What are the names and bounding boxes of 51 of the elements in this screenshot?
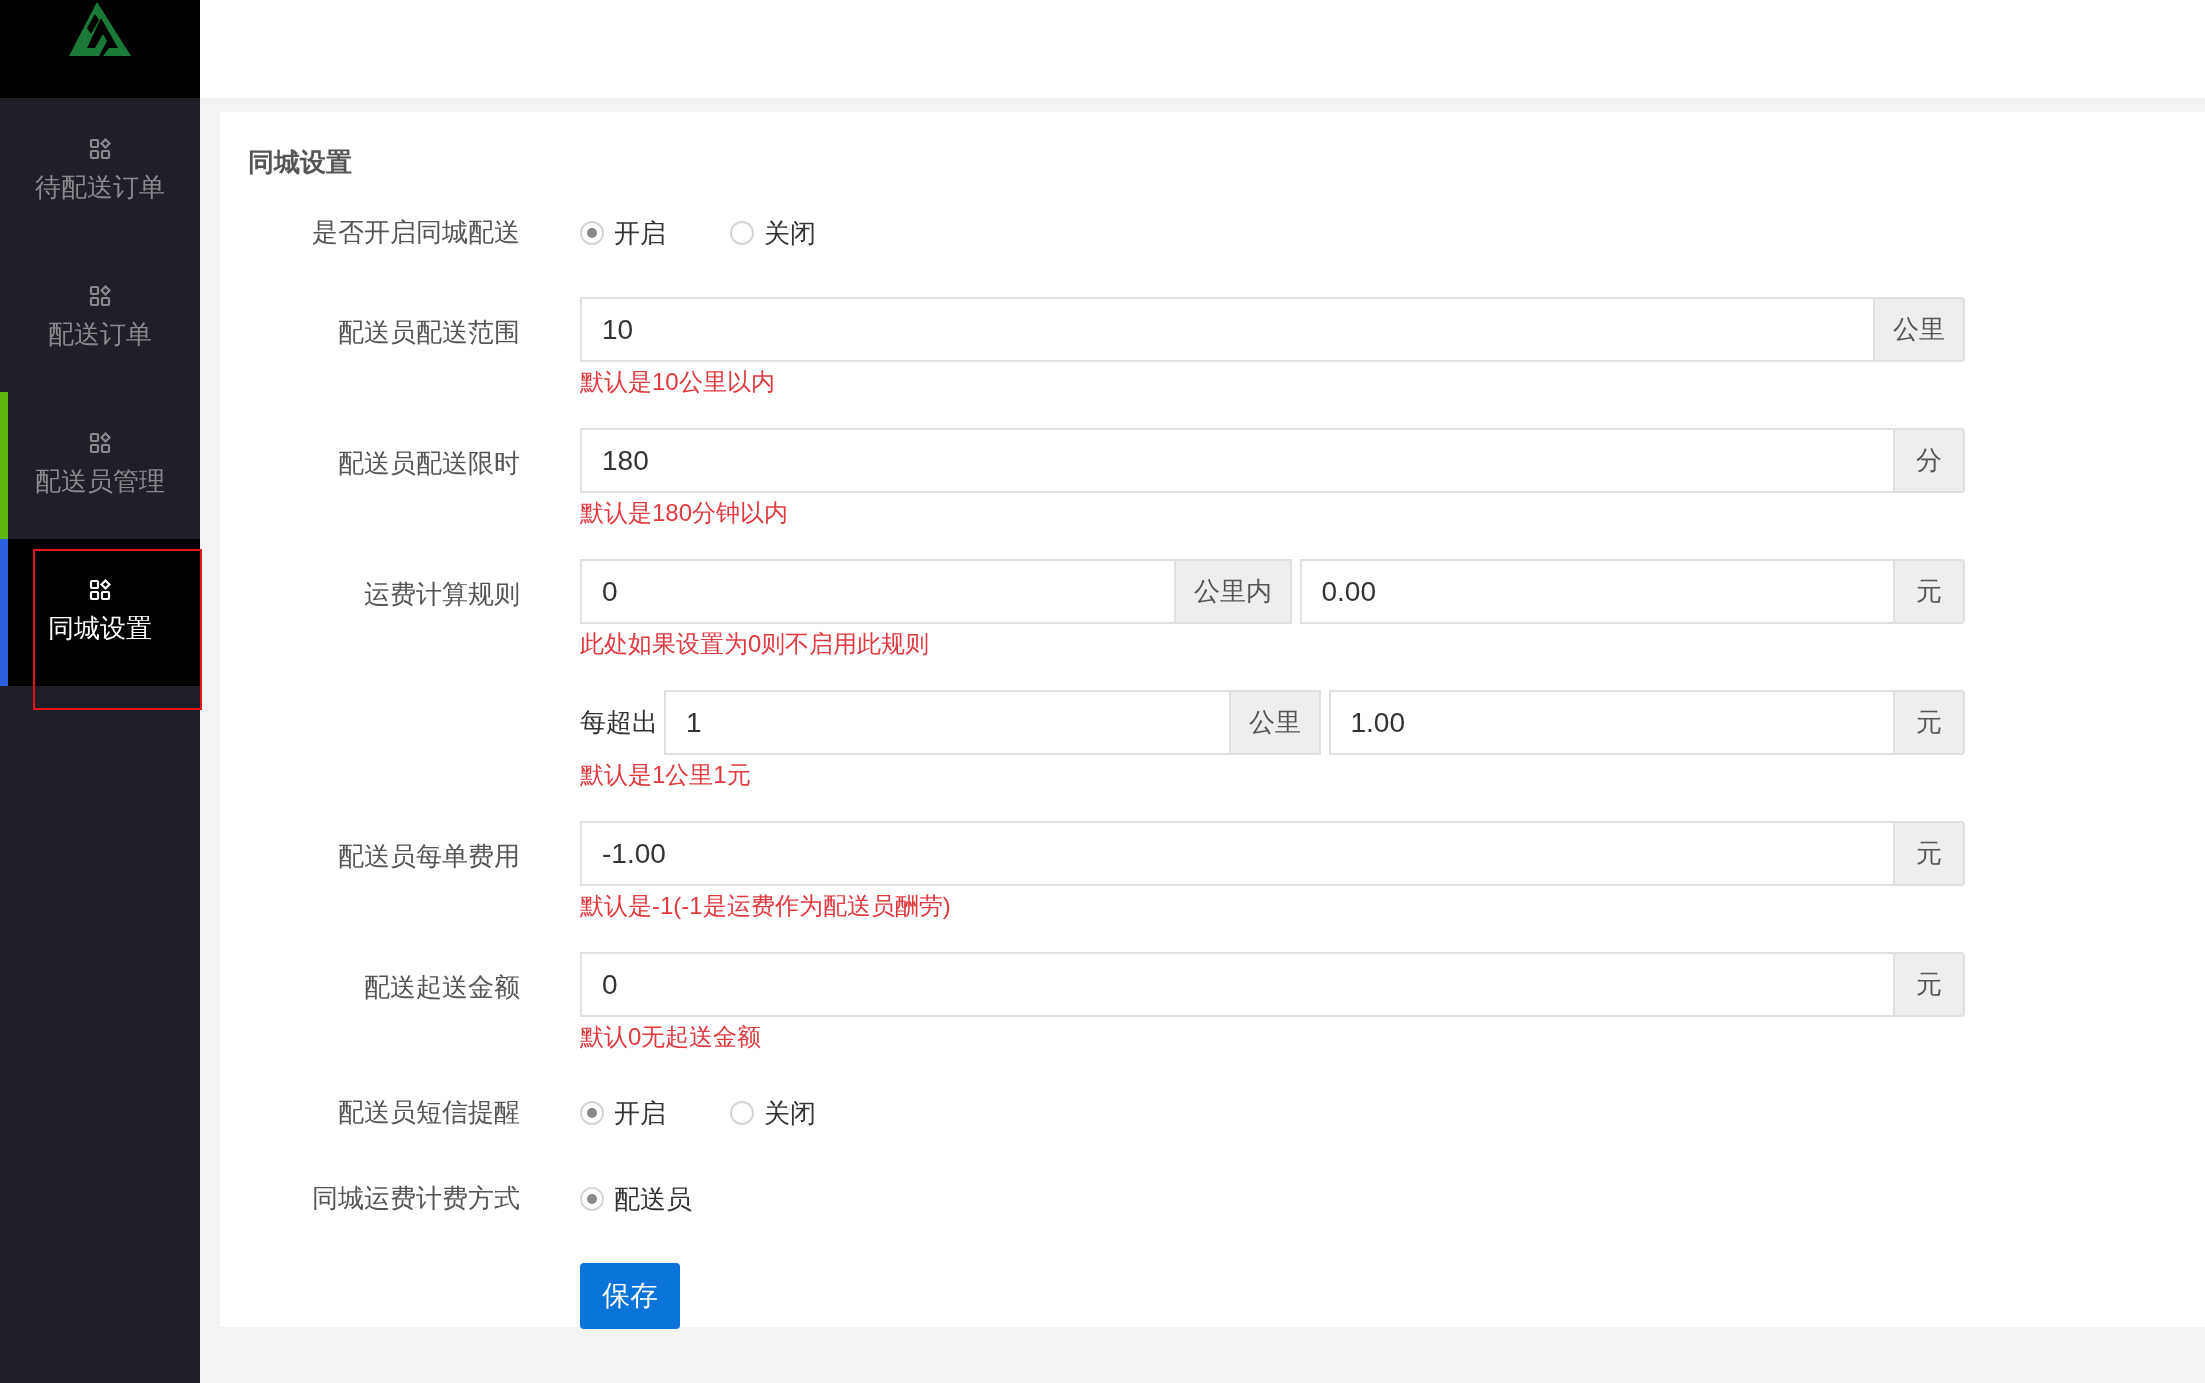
- field-label: 配送员每单费用: [338, 841, 520, 871]
- sidebar-item[interactable]: 配送订单: [0, 245, 200, 392]
- unit-addon: 元: [1895, 952, 1965, 1017]
- radio-button[interactable]: [580, 221, 604, 245]
- sidebar-item[interactable]: 待配送订单: [0, 98, 200, 245]
- input-field[interactable]: -1.00: [580, 821, 1895, 886]
- help-text: 默认是10公里以内: [580, 367, 776, 397]
- radio-button[interactable]: [580, 1187, 604, 1211]
- input-field[interactable]: 10: [580, 297, 1875, 362]
- input-field[interactable]: 0.00: [1299, 559, 1895, 624]
- apps-icon: [89, 432, 111, 454]
- help-text: 默认是-1(-1是运费作为配送员酬劳): [580, 891, 952, 921]
- apps-icon: [89, 579, 111, 601]
- input-field[interactable]: 1: [664, 690, 1231, 755]
- save-button[interactable]: 保存: [580, 1263, 680, 1329]
- help-text: 默认0无起送金额: [580, 1022, 763, 1052]
- unit-addon: 公里内: [1175, 559, 1292, 624]
- field-label: 运费计算规则: [364, 579, 520, 609]
- apps-icon: [89, 138, 111, 160]
- unit-addon: 分: [1895, 428, 1965, 493]
- field-label: 配送员配送范围: [338, 317, 520, 347]
- apps-icon: [89, 285, 111, 307]
- help-text: 默认是1公里1元: [580, 760, 752, 790]
- input-field[interactable]: 0: [580, 952, 1895, 1017]
- field-label: 配送起送金额: [364, 972, 520, 1002]
- help-text: 此处如果设置为0则不启用此规则: [580, 629, 931, 659]
- radio-label[interactable]: 开启: [614, 1095, 666, 1131]
- sidebar-item[interactable]: 同城设置: [0, 539, 200, 686]
- radio-button[interactable]: [730, 1101, 754, 1125]
- field-label: 同城运费计费方式: [312, 1183, 520, 1213]
- field-label: 是否开启同城配送: [312, 217, 520, 247]
- input-field[interactable]: 1.00: [1328, 690, 1895, 755]
- section-title: 同城设置: [248, 146, 353, 179]
- radio-button[interactable]: [730, 221, 754, 245]
- prefix-label: 每超出: [580, 706, 658, 739]
- unit-addon: 元: [1895, 821, 1965, 886]
- radio-label[interactable]: 关闭: [764, 1095, 816, 1131]
- radio-label[interactable]: 配送员: [614, 1181, 692, 1217]
- unit-addon: 公里: [1230, 690, 1321, 755]
- field-label: 配送员配送限时: [338, 448, 520, 478]
- field-label: 配送员短信提醒: [338, 1097, 520, 1127]
- unit-addon: 元: [1895, 559, 1965, 624]
- input-field[interactable]: 0: [580, 559, 1176, 624]
- radio-label[interactable]: 关闭: [764, 215, 816, 251]
- input-field[interactable]: 180: [580, 428, 1895, 493]
- unit-addon: 公里: [1875, 297, 1965, 362]
- help-text: 默认是180分钟以内: [580, 498, 790, 528]
- radio-button[interactable]: [580, 1101, 604, 1125]
- radio-label[interactable]: 开启: [614, 215, 666, 251]
- sidebar-item[interactable]: 配送员管理: [0, 392, 200, 539]
- unit-addon: 元: [1895, 690, 1965, 755]
